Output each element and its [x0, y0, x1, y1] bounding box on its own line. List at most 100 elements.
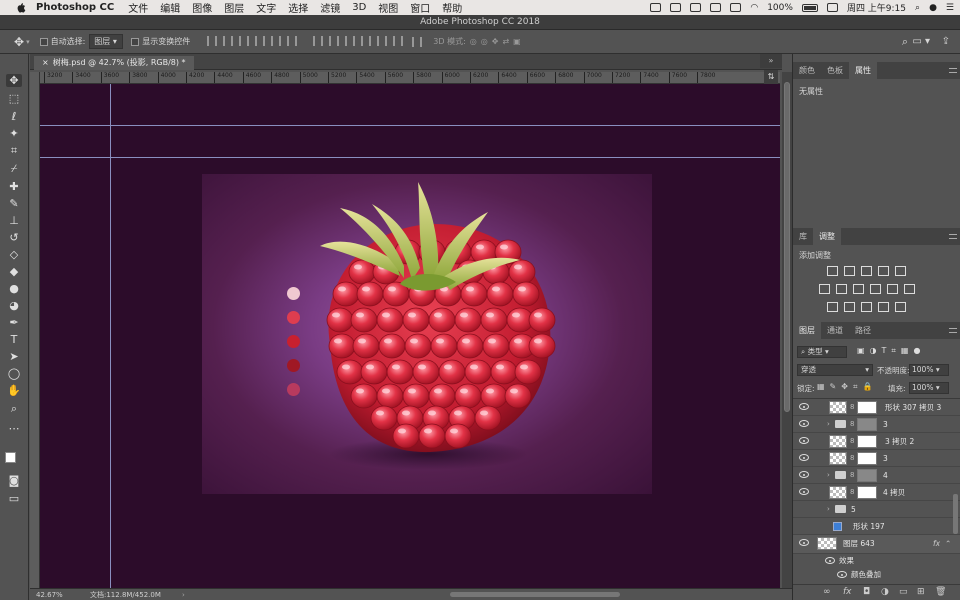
menu-edit[interactable]: 编辑 [160, 0, 180, 15]
type-tool-icon[interactable]: T [6, 333, 22, 346]
hand-tool-icon[interactable]: ✋ [6, 384, 22, 397]
siri-icon[interactable]: ● [929, 3, 937, 13]
zoom-level[interactable]: 42.67% [36, 589, 63, 600]
expand-chevron-icon[interactable]: › [827, 467, 830, 484]
layer-mask-thumbnail[interactable] [857, 435, 877, 448]
channel-mixer-icon[interactable] [887, 284, 898, 294]
invert-icon[interactable] [827, 302, 838, 312]
tool-preset-chevron-icon[interactable]: ▾ [26, 38, 30, 46]
color-balance-icon[interactable] [836, 284, 847, 294]
paint-bucket-tool-icon[interactable]: ◆ [6, 265, 22, 278]
layer-row[interactable]: 8 3 拷贝 2 [793, 433, 960, 450]
new-group-icon[interactable]: ▭ [899, 587, 908, 597]
vertical-ruler[interactable] [30, 72, 40, 588]
healing-tool-icon[interactable]: ✚ [6, 180, 22, 193]
search-icon[interactable]: ⌕ [902, 35, 908, 49]
layer-row[interactable]: › 8 4 [793, 467, 960, 484]
panel-menu-icon[interactable] [949, 328, 957, 333]
stamp-tool-icon[interactable]: ⊥ [6, 214, 22, 227]
black-white-icon[interactable] [853, 284, 864, 294]
distribute-bottom-icon[interactable] [345, 35, 356, 46]
visibility-eye-icon[interactable] [825, 557, 835, 564]
history-brush-tool-icon[interactable]: ↺ [6, 231, 22, 244]
expand-chevron-icon[interactable]: › [827, 501, 830, 518]
time-machine-icon[interactable] [730, 3, 742, 12]
hue-saturation-icon[interactable] [819, 284, 830, 294]
posterize-icon[interactable] [844, 302, 855, 312]
visibility-eye-icon[interactable] [799, 488, 809, 495]
scrollbar-thumb[interactable] [784, 82, 790, 412]
color-lookup-icon[interactable] [904, 284, 915, 294]
exposure-icon[interactable] [878, 266, 889, 276]
panel-menu-icon[interactable] [949, 234, 957, 239]
wifi-icon[interactable]: ◠ [750, 3, 758, 13]
share-icon[interactable]: ⇪ [942, 36, 950, 47]
menu-file[interactable]: 文件 [128, 0, 148, 15]
path-selection-tool-icon[interactable]: ➤ [6, 350, 22, 363]
tab-swatches[interactable]: 色板 [821, 62, 849, 79]
tab-paths[interactable]: 路径 [849, 322, 877, 339]
dodge-tool-icon[interactable]: ◕ [6, 299, 22, 312]
blend-mode-dropdown[interactable]: 穿透 ▾ [797, 364, 873, 376]
layer-row[interactable]: 8 形状 307 拷贝 3 [793, 399, 960, 416]
panel-menu-icon[interactable] [949, 68, 957, 73]
new-fill-layer-icon[interactable]: ◑ [881, 587, 889, 597]
ellipse-tool-icon[interactable]: ◯ [6, 367, 22, 380]
visibility-eye-icon[interactable] [799, 471, 809, 478]
eye-status-icon[interactable] [690, 3, 702, 12]
eraser-tool-icon[interactable]: ◇ [6, 248, 22, 261]
crop-tool-icon[interactable]: ⌗ [6, 144, 22, 157]
horizontal-scrollbar-thumb[interactable] [450, 592, 620, 597]
distribute-hcenter-icon[interactable] [377, 35, 388, 46]
guide-line[interactable] [40, 125, 780, 126]
move-tool-icon[interactable]: ✥ [14, 35, 24, 49]
guide-line[interactable] [40, 157, 780, 158]
menu-window[interactable]: 窗口 [410, 0, 430, 15]
align-right-icon[interactable] [287, 35, 298, 46]
visibility-eye-icon[interactable] [799, 539, 809, 546]
eyedropper-tool-icon[interactable]: ⌿ [6, 162, 22, 175]
menu-image[interactable]: 图像 [192, 0, 212, 15]
delete-layer-icon[interactable]: 🗑 [935, 587, 946, 597]
menu-help[interactable]: 帮助 [442, 0, 462, 15]
visibility-eye-icon[interactable] [799, 420, 809, 427]
visibility-eye-icon[interactable] [799, 403, 809, 410]
opacity-field[interactable]: 100% ▾ [909, 364, 949, 376]
foreground-color-swatch[interactable] [5, 452, 16, 463]
selective-color-icon[interactable] [878, 302, 889, 312]
expand-chevron-icon[interactable]: › [827, 416, 830, 433]
distribute-top-icon[interactable] [313, 35, 324, 46]
clock[interactable]: 周四 上午9:15 [847, 1, 906, 14]
align-hcenter-icon[interactable] [271, 35, 282, 46]
app-menu[interactable]: Photoshop CC [36, 2, 114, 13]
align-vcenter-icon[interactable] [223, 35, 234, 46]
layer-mask-thumbnail[interactable] [857, 469, 877, 482]
canvas-vertical-scrollbar[interactable] [782, 72, 792, 588]
layer-mask-thumbnail[interactable] [857, 401, 877, 414]
sync-icon[interactable] [670, 3, 682, 12]
tab-channels[interactable]: 通道 [821, 322, 849, 339]
spotlight-icon[interactable]: ⌕ [915, 3, 920, 13]
notification-center-icon[interactable]: ☰ [946, 3, 954, 13]
photo-filter-icon[interactable] [870, 284, 881, 294]
distribute-right-icon[interactable] [393, 35, 404, 46]
wechat-icon[interactable] [650, 3, 662, 12]
tab-libraries[interactable]: 库 [793, 228, 813, 245]
add-style-icon[interactable]: fx [843, 587, 852, 597]
edit-toolbar-icon[interactable]: ⋯ [6, 422, 22, 435]
zoom-tool-icon[interactable]: ⌕ [6, 402, 22, 415]
auto-align-icon[interactable] [412, 36, 423, 47]
layer-row[interactable]: 形状 197 [793, 518, 960, 535]
visibility-eye-icon[interactable] [799, 437, 809, 444]
layer-row[interactable]: › 5 [793, 501, 960, 518]
auto-select-dropdown[interactable]: 图层 ▾ [89, 34, 124, 49]
guide-line[interactable] [110, 84, 111, 588]
effects-row[interactable]: 效果 [793, 554, 960, 568]
layer-filter-dropdown[interactable]: ⌕ 类型 ▾ [797, 346, 847, 358]
menu-3d[interactable]: 3D [352, 2, 366, 13]
distribute-left-icon[interactable] [361, 35, 372, 46]
distribute-vcenter-icon[interactable] [329, 35, 340, 46]
gradient-map-icon[interactable] [895, 302, 906, 312]
menu-select[interactable]: 选择 [288, 0, 308, 15]
add-mask-icon[interactable]: ◘ [863, 587, 870, 597]
